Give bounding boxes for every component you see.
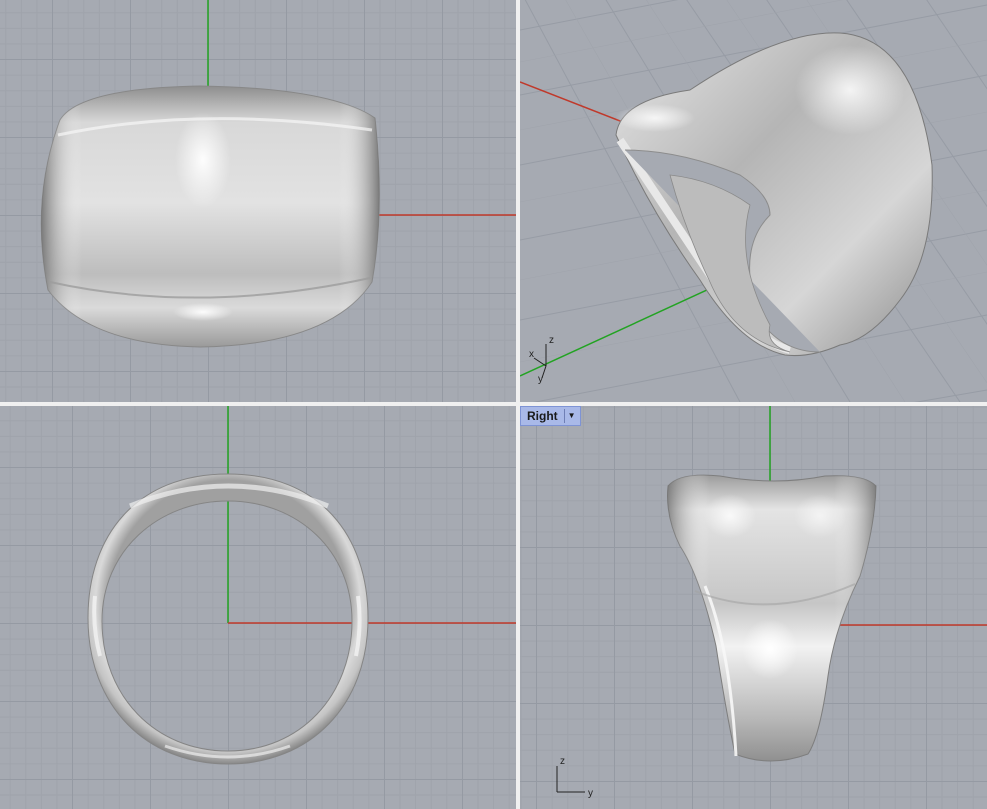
right-axis-widget: z y	[556, 756, 593, 799]
right-y-label: y	[588, 788, 593, 799]
viewport-perspective-scene: z x y	[520, 0, 987, 402]
viewport-title-right[interactable]: Right ▼	[520, 406, 581, 426]
right-z-label: z	[560, 756, 565, 767]
viewport-top-scene	[40, 0, 516, 348]
ring-top-view	[40, 85, 380, 348]
viewport-front-scene	[87, 406, 516, 765]
viewport-perspective[interactable]: z x y	[520, 0, 987, 402]
viewport-right[interactable]: z y Right ▼	[520, 406, 987, 809]
viewport-title-text: Right	[527, 409, 558, 423]
viewport-right-scene: z y	[556, 406, 987, 799]
viewport-top[interactable]	[0, 0, 516, 402]
perspective-x-label: x	[529, 349, 534, 360]
perspective-z-label: z	[549, 335, 554, 346]
chevron-down-icon[interactable]: ▼	[563, 409, 576, 423]
ring-perspective-view	[615, 32, 933, 356]
viewport-front[interactable]	[0, 406, 516, 809]
rhino-four-viewport-layout: z x y z y Right ▼	[0, 0, 987, 809]
perspective-y-label: y	[538, 374, 543, 385]
perspective-axis-widget: z x y	[529, 335, 554, 385]
ring-right-view	[667, 474, 877, 762]
